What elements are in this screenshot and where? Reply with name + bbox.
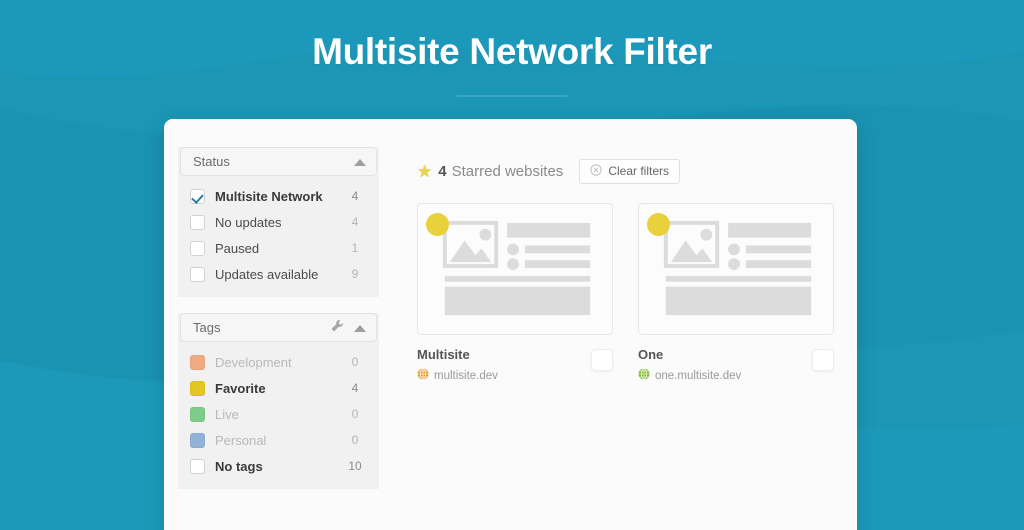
site-url: multisite.dev (434, 370, 498, 382)
status-count: 1 (351, 241, 359, 255)
status-label: No updates (215, 214, 282, 230)
site-card-meta: Multisite multisite.dev (417, 347, 591, 385)
sites-content: ★ 4 Starred websites Clear filters Multi… (393, 119, 857, 530)
status-count: 9 (351, 267, 359, 281)
tag-color-swatch-personal[interactable] (190, 432, 205, 448)
status-filter-list: Multisite Network 4 No updates 4 Paused … (178, 176, 379, 287)
checkbox-no-updates[interactable] (190, 214, 205, 230)
starred-count: 4 (438, 162, 447, 180)
status-count: 4 (351, 189, 359, 203)
status-row-no-updates[interactable]: No updates 4 (190, 209, 375, 235)
wrench-icon[interactable] (331, 319, 344, 337)
tag-color-swatch-development[interactable] (190, 354, 205, 370)
site-card-multisite[interactable]: Multisite multisite.dev (417, 203, 613, 385)
page-title: Multisite Network Filter (312, 31, 712, 72)
site-name: One (638, 347, 664, 362)
tags-filter-list: Development 0 Favorite 4 Live 0 Personal (178, 342, 379, 479)
filter-sidebar: Status Multisite Network 4 No updates 4 (164, 119, 393, 530)
star-icon: ★ (417, 161, 433, 181)
checkbox-no-tags[interactable] (190, 458, 205, 474)
globe-icon (417, 367, 429, 385)
globe-icon (638, 367, 650, 385)
site-card-footer: Multisite multisite.dev (417, 347, 613, 385)
page-header: Multisite Network Filter (0, 0, 1024, 97)
site-url-row[interactable]: multisite.dev (417, 367, 591, 385)
clear-filters-label: Clear filters (608, 164, 669, 178)
status-count: 4 (351, 215, 359, 229)
starred-badge[interactable] (426, 213, 449, 236)
status-row-multisite-network[interactable]: Multisite Network 4 (190, 183, 375, 209)
starred-label: Starred websites (451, 162, 564, 180)
site-select-checkbox[interactable] (812, 349, 834, 371)
tag-row-development[interactable]: Development 0 (190, 349, 375, 375)
tag-row-favorite[interactable]: Favorite 4 (190, 375, 375, 401)
status-label: Updates available (215, 266, 319, 282)
tags-filter-block: Tags Development 0 Favorite 4 Live 0 Per… (178, 313, 379, 489)
site-thumbnail[interactable] (417, 203, 613, 335)
tag-row-personal[interactable]: Personal 0 (190, 427, 375, 453)
tag-label: Personal (215, 432, 267, 448)
tags-filter-header[interactable]: Tags (180, 313, 377, 342)
clear-filters-button[interactable]: Clear filters (579, 158, 680, 184)
site-card-footer: One one.multisite.dev (638, 347, 834, 385)
checkbox-paused[interactable] (190, 240, 205, 256)
tag-label: Live (215, 406, 239, 422)
chevron-up-icon[interactable] (354, 319, 366, 337)
thumbnail-placeholder-icon (442, 220, 591, 316)
starred-badge[interactable] (647, 213, 670, 236)
status-filter-block: Status Multisite Network 4 No updates 4 (178, 147, 379, 297)
site-name: Multisite (417, 347, 470, 362)
content-header: ★ 4 Starred websites Clear filters (417, 157, 857, 185)
thumbnail-placeholder-icon (663, 220, 812, 316)
status-filter-title: Status (193, 154, 230, 169)
tag-count: 0 (351, 355, 359, 369)
checkbox-updates-available[interactable] (190, 266, 205, 282)
status-row-updates-available[interactable]: Updates available 9 (190, 261, 375, 287)
site-card-grid: Multisite multisite.dev One one.multisit… (417, 203, 857, 385)
status-filter-header[interactable]: Status (180, 147, 377, 176)
site-card-meta: One one.multisite.dev (638, 347, 812, 385)
site-card-one[interactable]: One one.multisite.dev (638, 203, 834, 385)
status-label: Paused (215, 240, 260, 256)
title-underline (456, 94, 568, 97)
tag-count: 10 (348, 459, 362, 473)
tags-filter-title: Tags (193, 320, 221, 335)
tag-color-swatch-favorite[interactable] (190, 380, 205, 396)
tag-count: 4 (351, 381, 359, 395)
tag-label: Development (215, 354, 292, 370)
status-row-paused[interactable]: Paused 1 (190, 235, 375, 261)
x-circle-icon (590, 163, 602, 179)
tag-color-swatch-live[interactable] (190, 406, 205, 422)
site-thumbnail[interactable] (638, 203, 834, 335)
checkbox-multisite-network[interactable] (190, 188, 205, 204)
site-select-checkbox[interactable] (591, 349, 613, 371)
tag-count: 0 (351, 407, 359, 421)
tag-label: Favorite (215, 380, 266, 396)
tag-row-live[interactable]: Live 0 (190, 401, 375, 427)
site-url-row[interactable]: one.multisite.dev (638, 367, 812, 385)
tag-count: 0 (351, 433, 359, 447)
chevron-up-icon[interactable] (354, 153, 366, 171)
tag-label: No tags (215, 458, 263, 474)
app-panel: Status Multisite Network 4 No updates 4 (164, 119, 857, 530)
site-url: one.multisite.dev (655, 370, 742, 382)
tag-row-no-tags[interactable]: No tags 10 (190, 453, 375, 479)
status-label: Multisite Network (215, 188, 323, 204)
